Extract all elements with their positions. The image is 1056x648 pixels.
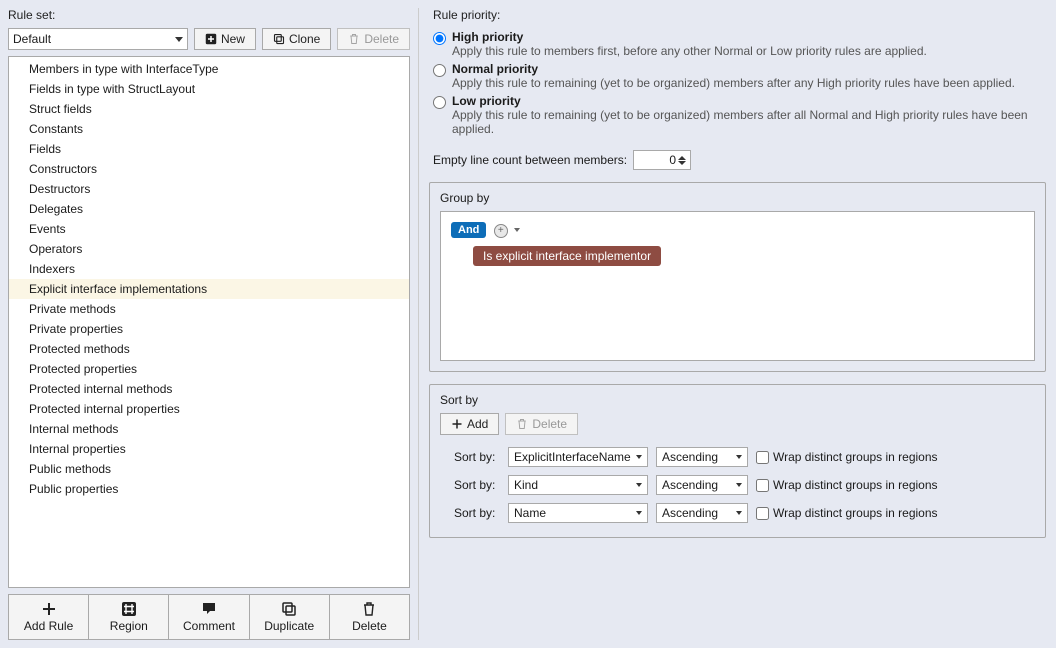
chevron-up-icon[interactable] bbox=[678, 156, 686, 160]
sort-direction-select[interactable]: Ascending bbox=[656, 475, 748, 495]
plus-square-icon bbox=[205, 33, 217, 45]
trash-icon bbox=[348, 33, 360, 45]
list-item[interactable]: Indexers bbox=[9, 259, 409, 279]
radio-input[interactable] bbox=[433, 64, 446, 77]
sort-by-label: Sort by: bbox=[454, 506, 500, 520]
ruleset-label: Rule set: bbox=[8, 8, 410, 22]
list-item[interactable]: Constructors bbox=[9, 159, 409, 179]
chevron-down-icon[interactable] bbox=[514, 228, 520, 232]
condition-chip[interactable]: Is explicit interface implementor bbox=[473, 246, 661, 266]
list-item[interactable]: Fields bbox=[9, 139, 409, 159]
list-item[interactable]: Members in type with InterfaceType bbox=[9, 59, 409, 79]
hash-icon bbox=[121, 601, 137, 617]
group-by-title: Group by bbox=[440, 191, 1035, 211]
priority-title: High priority bbox=[452, 30, 927, 44]
list-item[interactable]: Events bbox=[9, 219, 409, 239]
sort-by-title: Sort by bbox=[440, 393, 1035, 413]
list-item[interactable]: Constants bbox=[9, 119, 409, 139]
list-item[interactable]: Destructors bbox=[9, 179, 409, 199]
sort-row: Sort by: Name Ascending Wrap distinct gr… bbox=[440, 499, 1035, 527]
delete-ruleset-button[interactable]: Delete bbox=[337, 28, 410, 50]
wrap-regions-checkbox[interactable] bbox=[756, 451, 769, 464]
plus-icon bbox=[451, 418, 463, 430]
new-button[interactable]: New bbox=[194, 28, 256, 50]
list-item[interactable]: Public methods bbox=[9, 459, 409, 479]
list-item[interactable]: Delegates bbox=[9, 199, 409, 219]
clone-button[interactable]: Clone bbox=[262, 28, 331, 50]
add-sort-button[interactable]: Add bbox=[440, 413, 499, 435]
region-button[interactable]: Region bbox=[89, 595, 169, 639]
delete-sort-button[interactable]: Delete bbox=[505, 413, 578, 435]
comment-button[interactable]: Comment bbox=[169, 595, 249, 639]
comment-icon bbox=[201, 601, 217, 617]
priority-option[interactable]: Low priority Apply this rule to remainin… bbox=[427, 92, 1048, 138]
sort-by-label: Sort by: bbox=[454, 478, 500, 492]
chevron-down-icon bbox=[736, 511, 742, 515]
and-chip[interactable]: And bbox=[451, 222, 486, 238]
priority-desc: Apply this rule to remaining (yet to be … bbox=[452, 108, 1042, 136]
sort-direction-select[interactable]: Ascending bbox=[656, 447, 748, 467]
chevron-down-icon bbox=[636, 455, 642, 459]
empty-line-spinner[interactable]: 0 bbox=[633, 150, 691, 170]
list-item[interactable]: Protected properties bbox=[9, 359, 409, 379]
sort-field-select[interactable]: Name bbox=[508, 503, 648, 523]
list-item[interactable]: Operators bbox=[9, 239, 409, 259]
list-item[interactable]: Struct fields bbox=[9, 99, 409, 119]
ruleset-select[interactable]: Default bbox=[8, 28, 188, 50]
trash-icon bbox=[361, 601, 377, 617]
ruleset-select-value: Default bbox=[13, 32, 51, 46]
wrap-regions-label: Wrap distinct groups in regions bbox=[773, 506, 938, 520]
add-condition-button[interactable]: + bbox=[494, 224, 508, 238]
sort-by-panel: Sort by Add Delete Sort by: ExplicitInte… bbox=[429, 384, 1046, 538]
clone-icon bbox=[273, 33, 285, 45]
priority-option[interactable]: High priority Apply this rule to members… bbox=[427, 28, 1048, 60]
list-item[interactable]: Private properties bbox=[9, 319, 409, 339]
chevron-down-icon[interactable] bbox=[678, 161, 686, 165]
delete-rule-button[interactable]: Delete bbox=[330, 595, 409, 639]
empty-line-label: Empty line count between members: bbox=[433, 153, 627, 167]
chevron-down-icon bbox=[736, 455, 742, 459]
list-item[interactable]: Protected internal properties bbox=[9, 399, 409, 419]
sort-direction-select[interactable]: Ascending bbox=[656, 503, 748, 523]
list-item[interactable]: Protected internal methods bbox=[9, 379, 409, 399]
group-by-panel: Group by And + Is explicit interface imp… bbox=[429, 182, 1046, 372]
plus-icon bbox=[41, 601, 57, 617]
sort-by-label: Sort by: bbox=[454, 450, 500, 464]
wrap-regions-label: Wrap distinct groups in regions bbox=[773, 450, 938, 464]
priority-title: Normal priority bbox=[452, 62, 1015, 76]
sort-field-select[interactable]: ExplicitInterfaceName bbox=[508, 447, 648, 467]
chevron-down-icon bbox=[175, 37, 183, 42]
priority-desc: Apply this rule to members first, before… bbox=[452, 44, 927, 58]
list-item[interactable]: Private methods bbox=[9, 299, 409, 319]
list-item[interactable]: Internal properties bbox=[9, 439, 409, 459]
list-item[interactable]: Explicit interface implementations bbox=[9, 279, 409, 299]
wrap-regions-checkbox[interactable] bbox=[756, 507, 769, 520]
radio-input[interactable] bbox=[433, 32, 446, 45]
list-item[interactable]: Internal methods bbox=[9, 419, 409, 439]
rules-list[interactable]: Members in type with InterfaceTypeFields… bbox=[8, 56, 410, 588]
list-item[interactable]: Protected methods bbox=[9, 339, 409, 359]
duplicate-button[interactable]: Duplicate bbox=[250, 595, 330, 639]
sort-row: Sort by: Kind Ascending Wrap distinct gr… bbox=[440, 471, 1035, 499]
chevron-down-icon bbox=[636, 483, 642, 487]
wrap-regions-label: Wrap distinct groups in regions bbox=[773, 478, 938, 492]
priority-desc: Apply this rule to remaining (yet to be … bbox=[452, 76, 1015, 90]
trash-icon bbox=[516, 418, 528, 430]
sort-row: Sort by: ExplicitInterfaceName Ascending… bbox=[440, 443, 1035, 471]
add-rule-button[interactable]: Add Rule bbox=[9, 595, 89, 639]
priority-option[interactable]: Normal priority Apply this rule to remai… bbox=[427, 60, 1048, 92]
priority-label: Rule priority: bbox=[427, 8, 1048, 24]
radio-input[interactable] bbox=[433, 96, 446, 109]
duplicate-icon bbox=[281, 601, 297, 617]
list-item[interactable]: Public properties bbox=[9, 479, 409, 499]
list-item[interactable]: Fields in type with StructLayout bbox=[9, 79, 409, 99]
sort-field-select[interactable]: Kind bbox=[508, 475, 648, 495]
priority-title: Low priority bbox=[452, 94, 1042, 108]
wrap-regions-checkbox[interactable] bbox=[756, 479, 769, 492]
chevron-down-icon bbox=[736, 483, 742, 487]
chevron-down-icon bbox=[636, 511, 642, 515]
empty-line-value: 0 bbox=[669, 153, 676, 167]
